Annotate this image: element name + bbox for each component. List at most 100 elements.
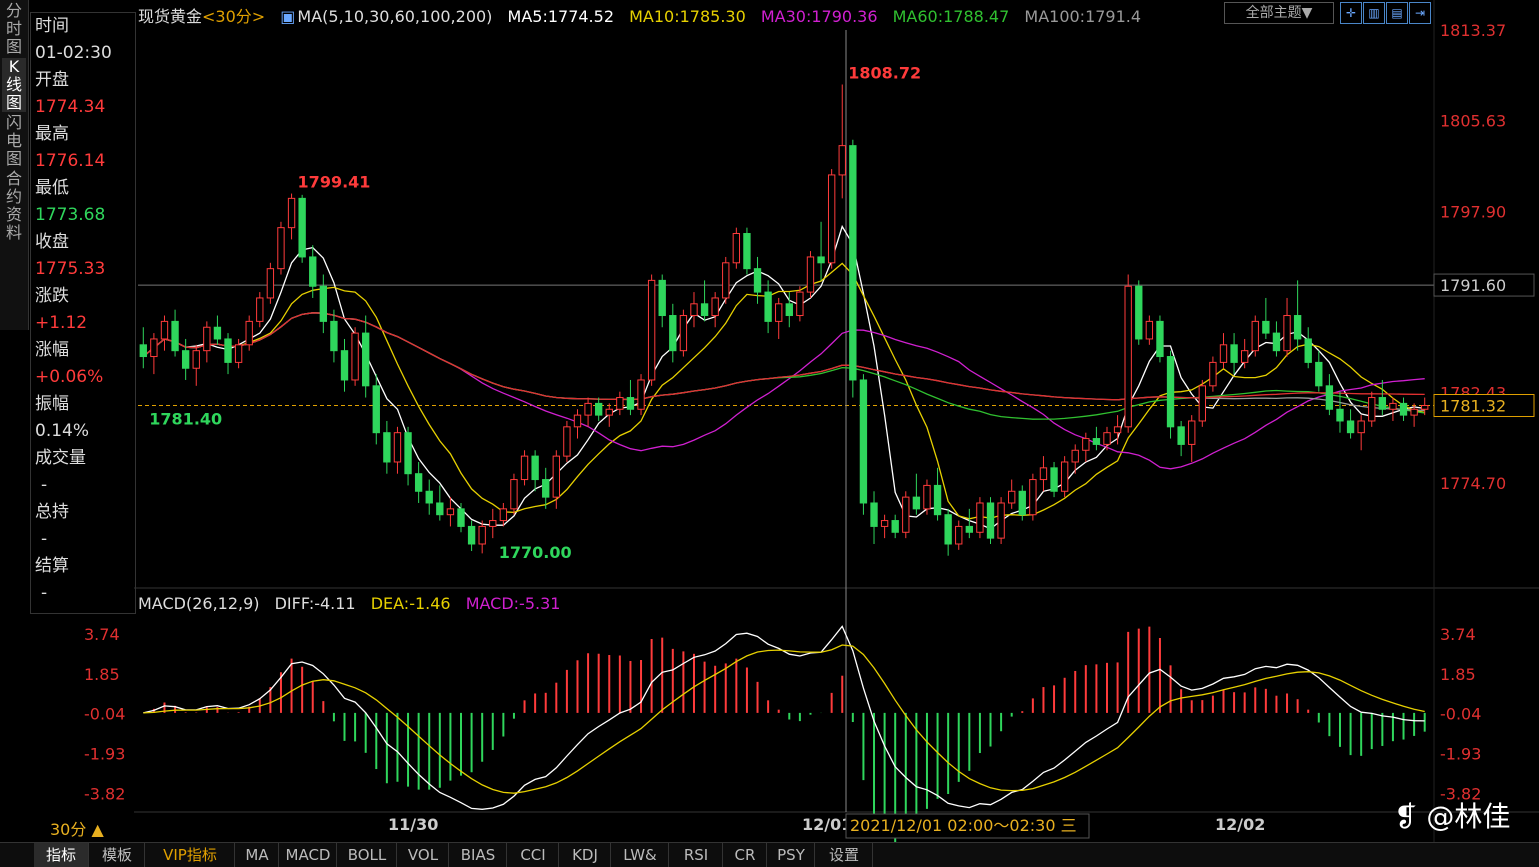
candle-body	[1209, 361, 1217, 387]
candle-body	[362, 332, 370, 387]
candle-body	[912, 496, 921, 510]
chart-mode-icon[interactable]: ▤	[1386, 2, 1408, 24]
candle-body	[150, 338, 158, 358]
candle-body	[1082, 438, 1090, 451]
candle-body	[806, 256, 815, 293]
price-axis-label: 1813.37	[1440, 21, 1506, 40]
candle-body	[213, 326, 222, 340]
tab-cci[interactable]: CCI	[508, 843, 559, 867]
candle-body	[224, 338, 232, 363]
tab-vol[interactable]: VOL	[398, 843, 449, 867]
tab-lw[interactable]: LW&	[612, 843, 669, 867]
candle-body	[584, 402, 592, 416]
instrument-name[interactable]: 现货黄金	[138, 7, 202, 26]
indicator-tab-bar: 指标 模板 VIP指标 MA MACD BOLL VOL BIAS CCI KD…	[0, 842, 1539, 867]
candle-body	[330, 320, 338, 352]
candle-body	[986, 502, 995, 539]
candle-body	[679, 315, 688, 352]
candle-body	[1325, 385, 1334, 410]
period-button[interactable]: 30分 ▲	[50, 816, 104, 840]
candle-body	[1272, 332, 1281, 352]
candle-body	[827, 174, 836, 264]
candle-body	[722, 262, 730, 299]
exit-icon[interactable]: ⇥	[1409, 2, 1431, 24]
ma-indicator-icon: ▣	[280, 7, 296, 26]
candle-body	[902, 496, 910, 533]
candle-body	[436, 502, 444, 516]
candle-body	[404, 432, 412, 475]
tab-macd[interactable]: MACD	[280, 843, 337, 867]
tab-rsi[interactable]: RSI	[670, 843, 723, 867]
candle-body	[298, 197, 306, 258]
candle-body	[1039, 467, 1048, 481]
candle-body	[1421, 405, 1429, 410]
candle-body	[933, 484, 942, 516]
tab-templates[interactable]: 模板	[90, 843, 145, 867]
candle-body	[309, 256, 317, 287]
candle-body	[796, 291, 804, 317]
macd-axis-label: 1.85	[1440, 665, 1476, 684]
candle-body	[319, 285, 328, 322]
last-price-label: 1781.32	[1440, 397, 1506, 416]
candle-body	[1399, 402, 1408, 416]
candle-body	[775, 303, 783, 322]
tab-bias[interactable]: BIAS	[450, 843, 507, 867]
price-extreme-label: 1808.72	[848, 63, 921, 82]
candle-body	[1262, 320, 1270, 334]
macd-dea: DEA:-1.46	[370, 594, 451, 613]
ma60-value: MA60:1788.47	[892, 7, 1010, 26]
tab-settings[interactable]: 设置	[816, 843, 873, 867]
crosshair-icon[interactable]: ✛	[1340, 2, 1362, 24]
candle-body	[870, 502, 878, 527]
candle-body	[425, 490, 433, 504]
x-axis-label: 12/01	[802, 815, 852, 834]
watermark: ❡ @林佳	[1394, 795, 1510, 835]
candle-body	[700, 303, 709, 317]
ma10-line	[142, 262, 1425, 520]
theme-dropdown[interactable]: 全部主题▼	[1224, 2, 1334, 24]
tab-boll[interactable]: BOLL	[338, 843, 397, 867]
candle-body	[372, 385, 380, 434]
candle-body	[891, 520, 899, 533]
kline-chart[interactable]: 1813.371805.631797.901782.431774.701791.…	[0, 0, 1539, 866]
tab-vip-indicators[interactable]: VIP指标	[146, 843, 235, 867]
price-axis-label: 1797.90	[1440, 202, 1506, 221]
macd-diff: DIFF:-4.11	[274, 594, 356, 613]
candle-body	[785, 303, 793, 317]
period-label[interactable]: <30分>	[202, 7, 265, 26]
candle-body	[1156, 320, 1164, 358]
tab-indicators[interactable]: 指标	[34, 843, 89, 867]
candle-body	[563, 426, 571, 457]
layout-icon[interactable]: ▥	[1363, 2, 1385, 24]
reference-level-label: 1791.60	[1440, 276, 1506, 295]
candle-body	[1071, 449, 1079, 463]
candle-body	[1060, 461, 1069, 492]
candle-body	[1188, 420, 1196, 445]
candle-body	[965, 525, 974, 533]
candle-body	[743, 233, 751, 270]
candle-body	[1357, 420, 1365, 434]
candle-body	[1103, 432, 1111, 445]
candle-body	[616, 397, 624, 410]
candle-body	[1336, 408, 1344, 422]
tab-cr[interactable]: CR	[724, 843, 767, 867]
tab-ma[interactable]: MA	[236, 843, 279, 867]
candle-body	[1050, 467, 1058, 492]
candle-body	[520, 455, 529, 481]
candle-body	[732, 233, 741, 264]
candle-body	[467, 525, 476, 545]
candle-body	[266, 268, 275, 299]
x-axis-label: 11/30	[388, 815, 438, 834]
candle-body	[383, 432, 391, 463]
candle-body	[764, 291, 772, 322]
candle-body	[1124, 285, 1132, 428]
candle-body	[605, 408, 613, 416]
macd-diff-line	[143, 625, 1425, 810]
ma100-value: MA100:1791.4	[1024, 7, 1142, 26]
candle-body	[1378, 397, 1387, 410]
candle-body	[955, 525, 963, 545]
candle-body	[594, 402, 603, 416]
candle-body	[489, 520, 497, 527]
tab-psy[interactable]: PSY	[768, 843, 815, 867]
tab-kdj[interactable]: KDJ	[560, 843, 611, 867]
